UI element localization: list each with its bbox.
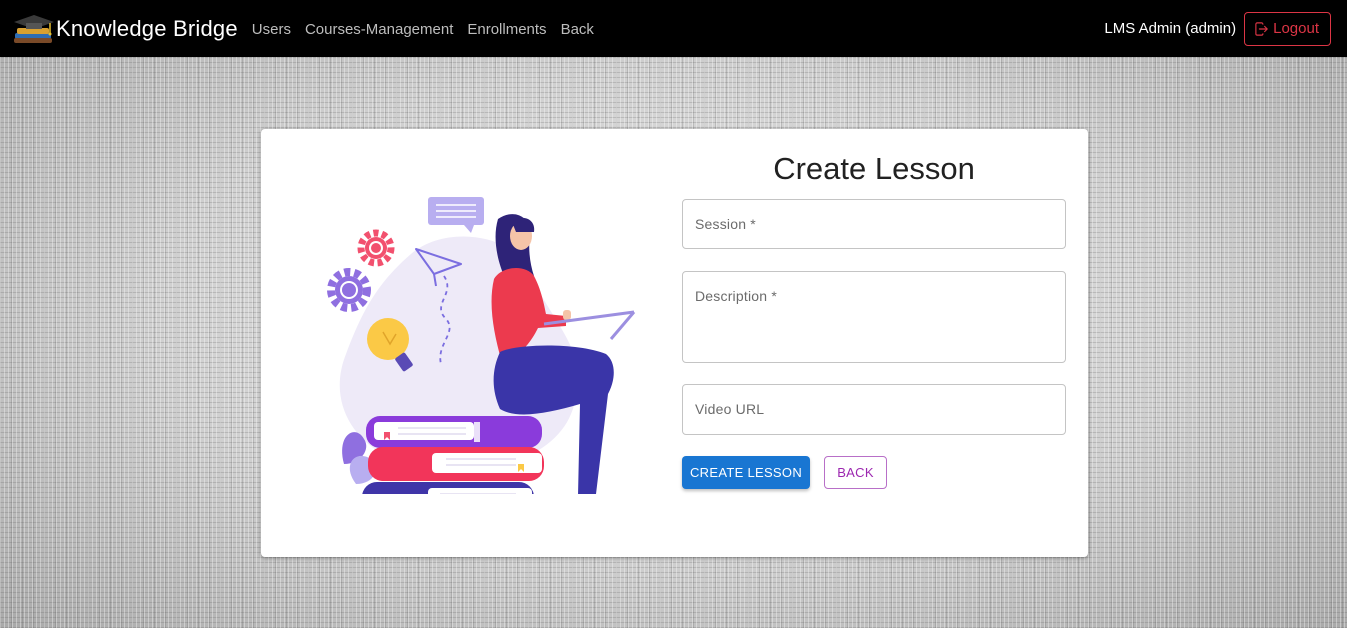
create-lesson-card: Create Lesson Session * Description * Vi… — [261, 129, 1088, 557]
nav-link-users[interactable]: Users — [252, 21, 291, 38]
description-field[interactable]: Description * — [682, 271, 1066, 363]
video-url-field[interactable]: Video URL — [682, 384, 1066, 435]
graduation-cap-logo-icon — [14, 14, 54, 43]
nav-link-back[interactable]: Back — [561, 21, 594, 38]
session-label: Session * — [695, 216, 756, 232]
nav-links: Users Courses-Management Enrollments Bac… — [252, 21, 608, 38]
logout-icon — [1255, 21, 1268, 36]
description-label: Description * — [695, 288, 777, 304]
session-field[interactable]: Session * — [682, 199, 1066, 249]
top-navbar: Knowledge Bridge Users Courses-Managemen… — [0, 0, 1347, 57]
nav-link-courses-management[interactable]: Courses-Management — [305, 21, 453, 38]
brand-name: Knowledge Bridge — [56, 15, 238, 41]
back-button[interactable]: BACK — [824, 456, 887, 489]
create-lesson-button[interactable]: CREATE LESSON — [682, 456, 810, 489]
brand[interactable]: Knowledge Bridge — [12, 13, 238, 45]
video-url-label: Video URL — [695, 401, 765, 417]
page-title: Create Lesson — [773, 151, 975, 186]
logout-label: Logout — [1273, 20, 1319, 37]
nav-user-area: LMS Admin (admin) Logout — [1104, 11, 1331, 46]
user-label: LMS Admin (admin) — [1104, 20, 1237, 37]
student-laptop-illustration — [327, 197, 636, 494]
nav-link-enrollments[interactable]: Enrollments — [467, 21, 546, 38]
logout-button[interactable]: Logout — [1244, 11, 1331, 46]
